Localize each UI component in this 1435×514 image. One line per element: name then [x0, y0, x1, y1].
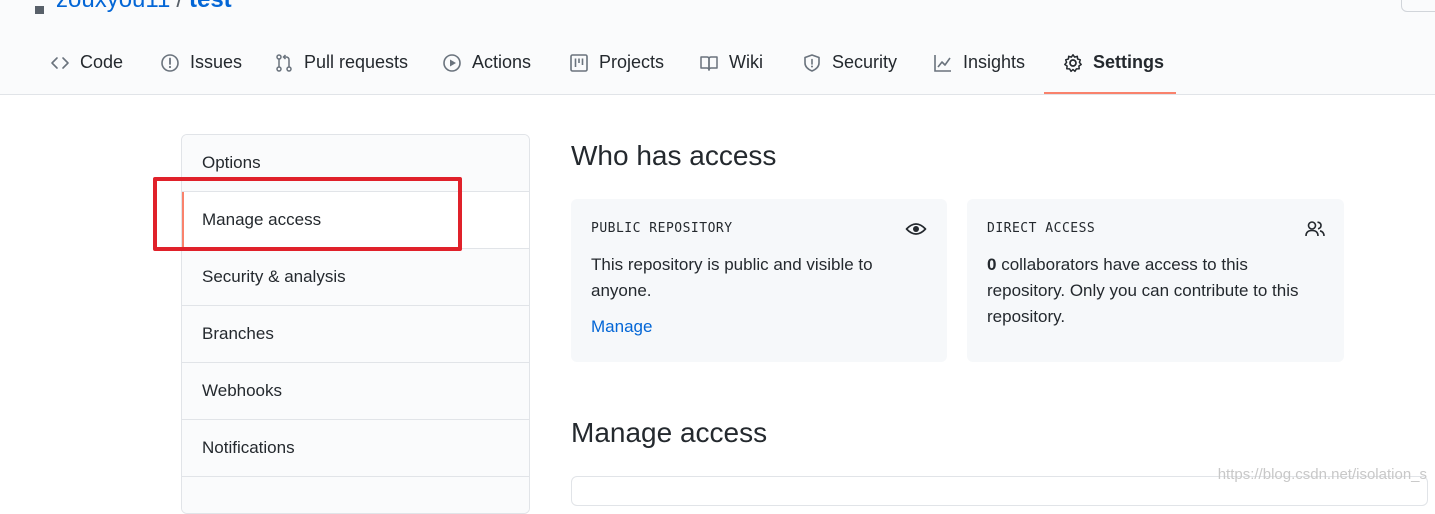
tab-issues[interactable]: Issues [160, 40, 242, 94]
tab-label: Wiki [729, 52, 763, 72]
sidebar-item-more[interactable] [182, 477, 529, 513]
tab-label: Settings [1093, 52, 1165, 72]
tab-label: Insights [963, 52, 1026, 72]
repo-nav-tabs: Code Issues Pull requests Actions Projec… [0, 0, 1435, 94]
sidebar-item-security-analysis[interactable]: Security & analysis [182, 249, 529, 306]
code-icon [50, 53, 70, 73]
tab-security[interactable]: Security [802, 40, 897, 94]
manage-access-heading: Manage access [571, 417, 768, 448]
tab-label: Actions [472, 52, 532, 72]
tab-settings[interactable]: Settings [1063, 40, 1164, 94]
direct-access-card: DIRECT ACCESS 0 collaborators have acces… [967, 199, 1344, 362]
sidebar-item-label: Notifications [202, 438, 295, 457]
tab-actions[interactable]: Actions [442, 40, 531, 94]
tab-projects[interactable]: Projects [569, 40, 664, 94]
card-label: PUBLIC REPOSITORY [591, 221, 733, 236]
git-pull-request-icon [274, 53, 294, 73]
tab-label: Pull requests [304, 52, 409, 72]
tab-label: Code [80, 52, 124, 72]
manage-visibility-link[interactable]: Manage [591, 317, 652, 337]
people-icon [1304, 219, 1326, 239]
issue-opened-icon [160, 53, 180, 73]
tab-label: Issues [190, 52, 243, 72]
who-has-access-heading: Who has access [571, 140, 777, 171]
sidebar-item-label: Webhooks [202, 381, 283, 400]
public-repository-card: PUBLIC REPOSITORY This repository is pub… [571, 199, 947, 362]
tab-label: Security [832, 52, 898, 72]
sidebar-item-branches[interactable]: Branches [182, 306, 529, 363]
active-tab-underline [1044, 92, 1176, 94]
tab-label: Projects [599, 52, 665, 72]
sidebar-item-notifications[interactable]: Notifications [182, 420, 529, 477]
tab-insights[interactable]: Insights [933, 40, 1025, 94]
tab-code[interactable]: Code [50, 40, 123, 94]
sidebar-item-label: Security & analysis [202, 267, 346, 286]
annotation-highlight-box [153, 177, 462, 251]
tab-wiki[interactable]: Wiki [699, 40, 763, 94]
card-label: DIRECT ACCESS [987, 221, 1096, 236]
book-icon [699, 53, 719, 73]
watermark-text: https://blog.csdn.net/isolation_s [1217, 466, 1427, 483]
tab-pull-requests[interactable]: Pull requests [274, 40, 408, 94]
shield-icon [802, 53, 822, 73]
card-description: 0 collaborators have access to this repo… [987, 252, 1327, 330]
project-icon [569, 53, 589, 73]
sidebar-item-label: Branches [202, 324, 274, 343]
collaborator-text: collaborators have access to this reposi… [987, 255, 1299, 326]
card-description: This repository is public and visible to… [591, 255, 873, 300]
play-icon [442, 53, 462, 73]
graph-icon [933, 53, 953, 73]
sidebar-item-label: Options [202, 153, 261, 172]
sidebar-item-webhooks[interactable]: Webhooks [182, 363, 529, 420]
eye-icon [905, 219, 927, 239]
gear-icon [1063, 53, 1083, 73]
